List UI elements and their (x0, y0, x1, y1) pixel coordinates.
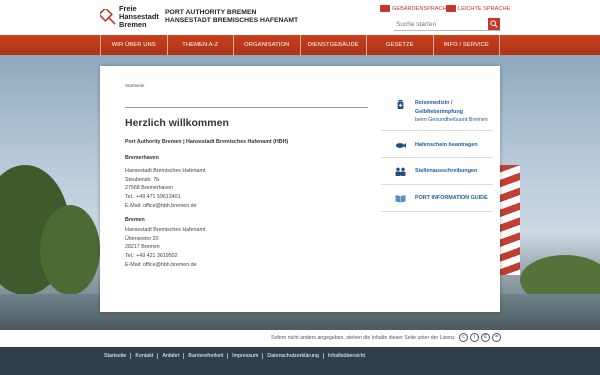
sidebar-item-stellenausschreibungen[interactable]: Stellenausschreibungen (381, 158, 493, 185)
sidebar-item-port-information-guide[interactable]: PORT INFORMATION GUIDE (381, 185, 493, 212)
search-input[interactable] (396, 18, 484, 30)
bremen-address: Hansestadt Bremisches Hafenamt Überseeto… (125, 227, 206, 270)
content-card: Startseite Herzlich willkommen Port Auth… (100, 66, 500, 312)
footer-link-startseite[interactable]: Startseite (104, 353, 130, 359)
footer-link-inhaltsuebersicht[interactable]: Inhaltsübersicht (322, 353, 369, 359)
footer-link-impressum[interactable]: Impressum (227, 353, 262, 359)
footer-link-barrierefreiheit[interactable]: Barrierefreiheit (183, 353, 227, 359)
medicine-bottle-icon (397, 100, 404, 109)
sa-icon: = (492, 333, 501, 342)
people-icon (395, 167, 406, 176)
footer-link-anfahrt[interactable]: Anfahrt (157, 353, 183, 359)
flag-shape (500, 165, 520, 275)
nav-item-organisation[interactable]: ORGANISATION (234, 35, 301, 55)
site-footer: Startseite Kontakt Anfahrt Barrierefreih… (0, 347, 600, 375)
footer-links: Startseite Kontakt Anfahrt Barrierefreih… (104, 353, 369, 359)
bremen-logo[interactable]: Freie Hansestadt Bremen (100, 5, 160, 29)
bremerhaven-heading: Bremerhaven (125, 155, 159, 161)
fish-icon (396, 143, 406, 148)
nav-item-dienstgebaeude[interactable]: DIENSTGEBÄUDE (301, 35, 367, 55)
sidebar-label-reisemedizin: Reisemedizin / Gelbfieberimpfung (415, 100, 463, 115)
nav-item-themen-a-z[interactable]: THEMEN A-Z (168, 35, 234, 55)
nav-item-info-service[interactable]: INFO / SERVICE (434, 35, 500, 55)
by-icon: i (470, 333, 479, 342)
easy-language-icon (446, 5, 456, 12)
nc-icon: € (481, 333, 490, 342)
bremerhaven-email-link[interactable]: E-Mail: office@hbh.bremen.de (125, 202, 205, 211)
title-divider (125, 107, 368, 108)
search-button[interactable] (488, 18, 500, 30)
sidebar-item-reisemedizin[interactable]: Reisemedizin / Gelbfieberimpfung beim Ge… (381, 98, 493, 131)
site-header: Freie Hansestadt Bremen PORT AUTHORITY B… (0, 0, 600, 35)
organization-title: PORT AUTHORITY BREMEN HANSESTADT BREMISC… (165, 9, 299, 24)
sidebar-label-stellenausschreibungen: Stellenausschreibungen (415, 168, 478, 174)
breadcrumb[interactable]: Startseite (125, 83, 144, 88)
sidebar-item-hafenschein[interactable]: Hafenschein beantragen (381, 131, 493, 158)
footer-link-kontakt[interactable]: Kontakt (130, 353, 157, 359)
sidebar-label-port-information-guide: PORT INFORMATION GUIDE (415, 195, 488, 201)
tree-shape (40, 205, 100, 295)
bremen-email-link[interactable]: E-Mail: office@hbh.bremen.de (125, 261, 205, 270)
nav-item-gesetze[interactable]: GESETZE (367, 35, 434, 55)
footer-link-datenschutz[interactable]: Datenschutzerklärung (262, 353, 323, 359)
sidebar-label-hafenschein: Hafenschein beantragen (415, 142, 478, 148)
sign-language-link[interactable]: GEBÄRDENSPRACHE (380, 5, 450, 12)
license-icons[interactable]: c i € = (459, 333, 501, 342)
easy-language-link[interactable]: LEICHTE SPRACHE (446, 5, 510, 12)
bremerhaven-address: Hansestadt Bremisches Hafenamt Steubenst… (125, 168, 206, 211)
search-icon (490, 20, 498, 28)
license-bar: Sofern nicht anders angegeben, stehen di… (0, 330, 600, 347)
sidebar-sub-reisemedizin: beim Gesundheitsamt Bremen (415, 117, 488, 123)
book-icon (395, 195, 406, 203)
cc-icon: c (459, 333, 468, 342)
nav-item-wir-ueber-uns[interactable]: WIR ÜBER UNS (101, 35, 168, 55)
bremen-heading: Bremen (125, 217, 145, 223)
logo-text: Freie Hansestadt Bremen (119, 4, 159, 29)
page-title: Herzlich willkommen (125, 117, 229, 129)
intro-text: Port Authority Bremen | Hansestadt Bremi… (125, 139, 289, 145)
bremen-key-logo-icon (100, 9, 116, 25)
sign-language-icon (380, 5, 390, 12)
search-box (394, 18, 500, 31)
main-navigation: WIR ÜBER UNS THEMEN A-Z ORGANISATION DIE… (0, 35, 600, 55)
license-text: Sofern nicht anders angegeben, stehen di… (271, 335, 455, 341)
